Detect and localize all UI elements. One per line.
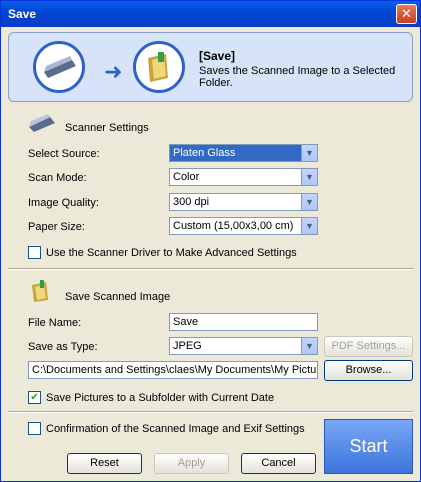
subfolder-label[interactable]: Save Pictures to a Subfolder with Curren… [46,392,274,404]
advanced-settings-label[interactable]: Use the Scanner Driver to Make Advanced … [46,247,297,259]
close-icon: ✕ [401,6,412,21]
save-image-icon [32,280,48,302]
save-as-type-value: JPEG [173,340,202,352]
check-icon: ✔ [30,392,39,403]
banner-description: Saves the Scanned Image to a Selected Fo… [199,65,396,89]
chevron-down-icon[interactable]: ▼ [301,194,317,210]
advanced-settings-checkbox[interactable] [28,246,41,259]
section-divider [8,268,413,270]
save-dialog: Save ✕ ➜ [Save] Saves the Scanned Image … [0,0,421,482]
confirmation-checkbox[interactable] [28,422,41,435]
image-quality-dropdown[interactable]: 300 dpi ▼ [169,193,318,211]
paper-size-label: Paper Size: [28,221,85,233]
chevron-down-icon[interactable]: ▼ [301,338,317,354]
scanner-icon [33,41,85,93]
banner-heading: [Save] [199,49,236,63]
cancel-button[interactable]: Cancel [241,453,316,474]
close-button[interactable]: ✕ [396,4,417,24]
scanner-settings-icon [29,114,55,132]
select-source-label: Select Source: [28,148,100,160]
reset-button[interactable]: Reset [67,453,142,474]
header-banner: ➜ [Save] Saves the Scanned Image to a Se… [8,32,413,102]
paper-size-value: Custom (15,00x3,00 cm) [173,220,294,232]
scan-mode-label: Scan Mode: [28,172,87,184]
arrow-right-icon: ➜ [104,59,123,84]
file-name-input[interactable]: Save [169,313,318,331]
confirmation-label[interactable]: Confirmation of the Scanned Image and Ex… [46,423,305,435]
start-button[interactable]: Start [324,419,413,474]
paper-size-dropdown[interactable]: Custom (15,00x3,00 cm) ▼ [169,217,318,235]
section-divider [8,411,413,413]
select-source-value: Platen Glass [173,147,236,159]
save-as-type-label: Save as Type: [28,341,98,353]
save-as-type-dropdown[interactable]: JPEG ▼ [169,337,318,355]
chevron-down-icon[interactable]: ▼ [301,169,317,185]
image-quality-label: Image Quality: [28,197,99,209]
save-path-field[interactable]: C:\Documents and Settings\claes\My Docum… [28,361,318,379]
apply-button[interactable]: Apply [154,453,229,474]
image-quality-value: 300 dpi [173,196,210,208]
select-source-dropdown[interactable]: Platen Glass ▼ [169,144,318,162]
scan-mode-dropdown[interactable]: Color ▼ [169,168,318,186]
subfolder-checkbox[interactable]: ✔ [28,391,41,404]
scan-mode-value: Color [173,171,200,183]
chevron-down-icon[interactable]: ▼ [301,145,317,161]
browse-button[interactable]: Browse... [324,360,413,381]
save-folder-icon [133,41,185,93]
title-bar[interactable]: Save ✕ [1,1,420,27]
pdf-settings-button[interactable]: PDF Settings... [324,336,413,357]
window-title: Save [8,7,37,21]
scanner-settings-heading: Scanner Settings [65,122,149,134]
save-image-heading: Save Scanned Image [65,291,171,303]
file-name-label: File Name: [28,317,82,329]
chevron-down-icon[interactable]: ▼ [301,218,317,234]
